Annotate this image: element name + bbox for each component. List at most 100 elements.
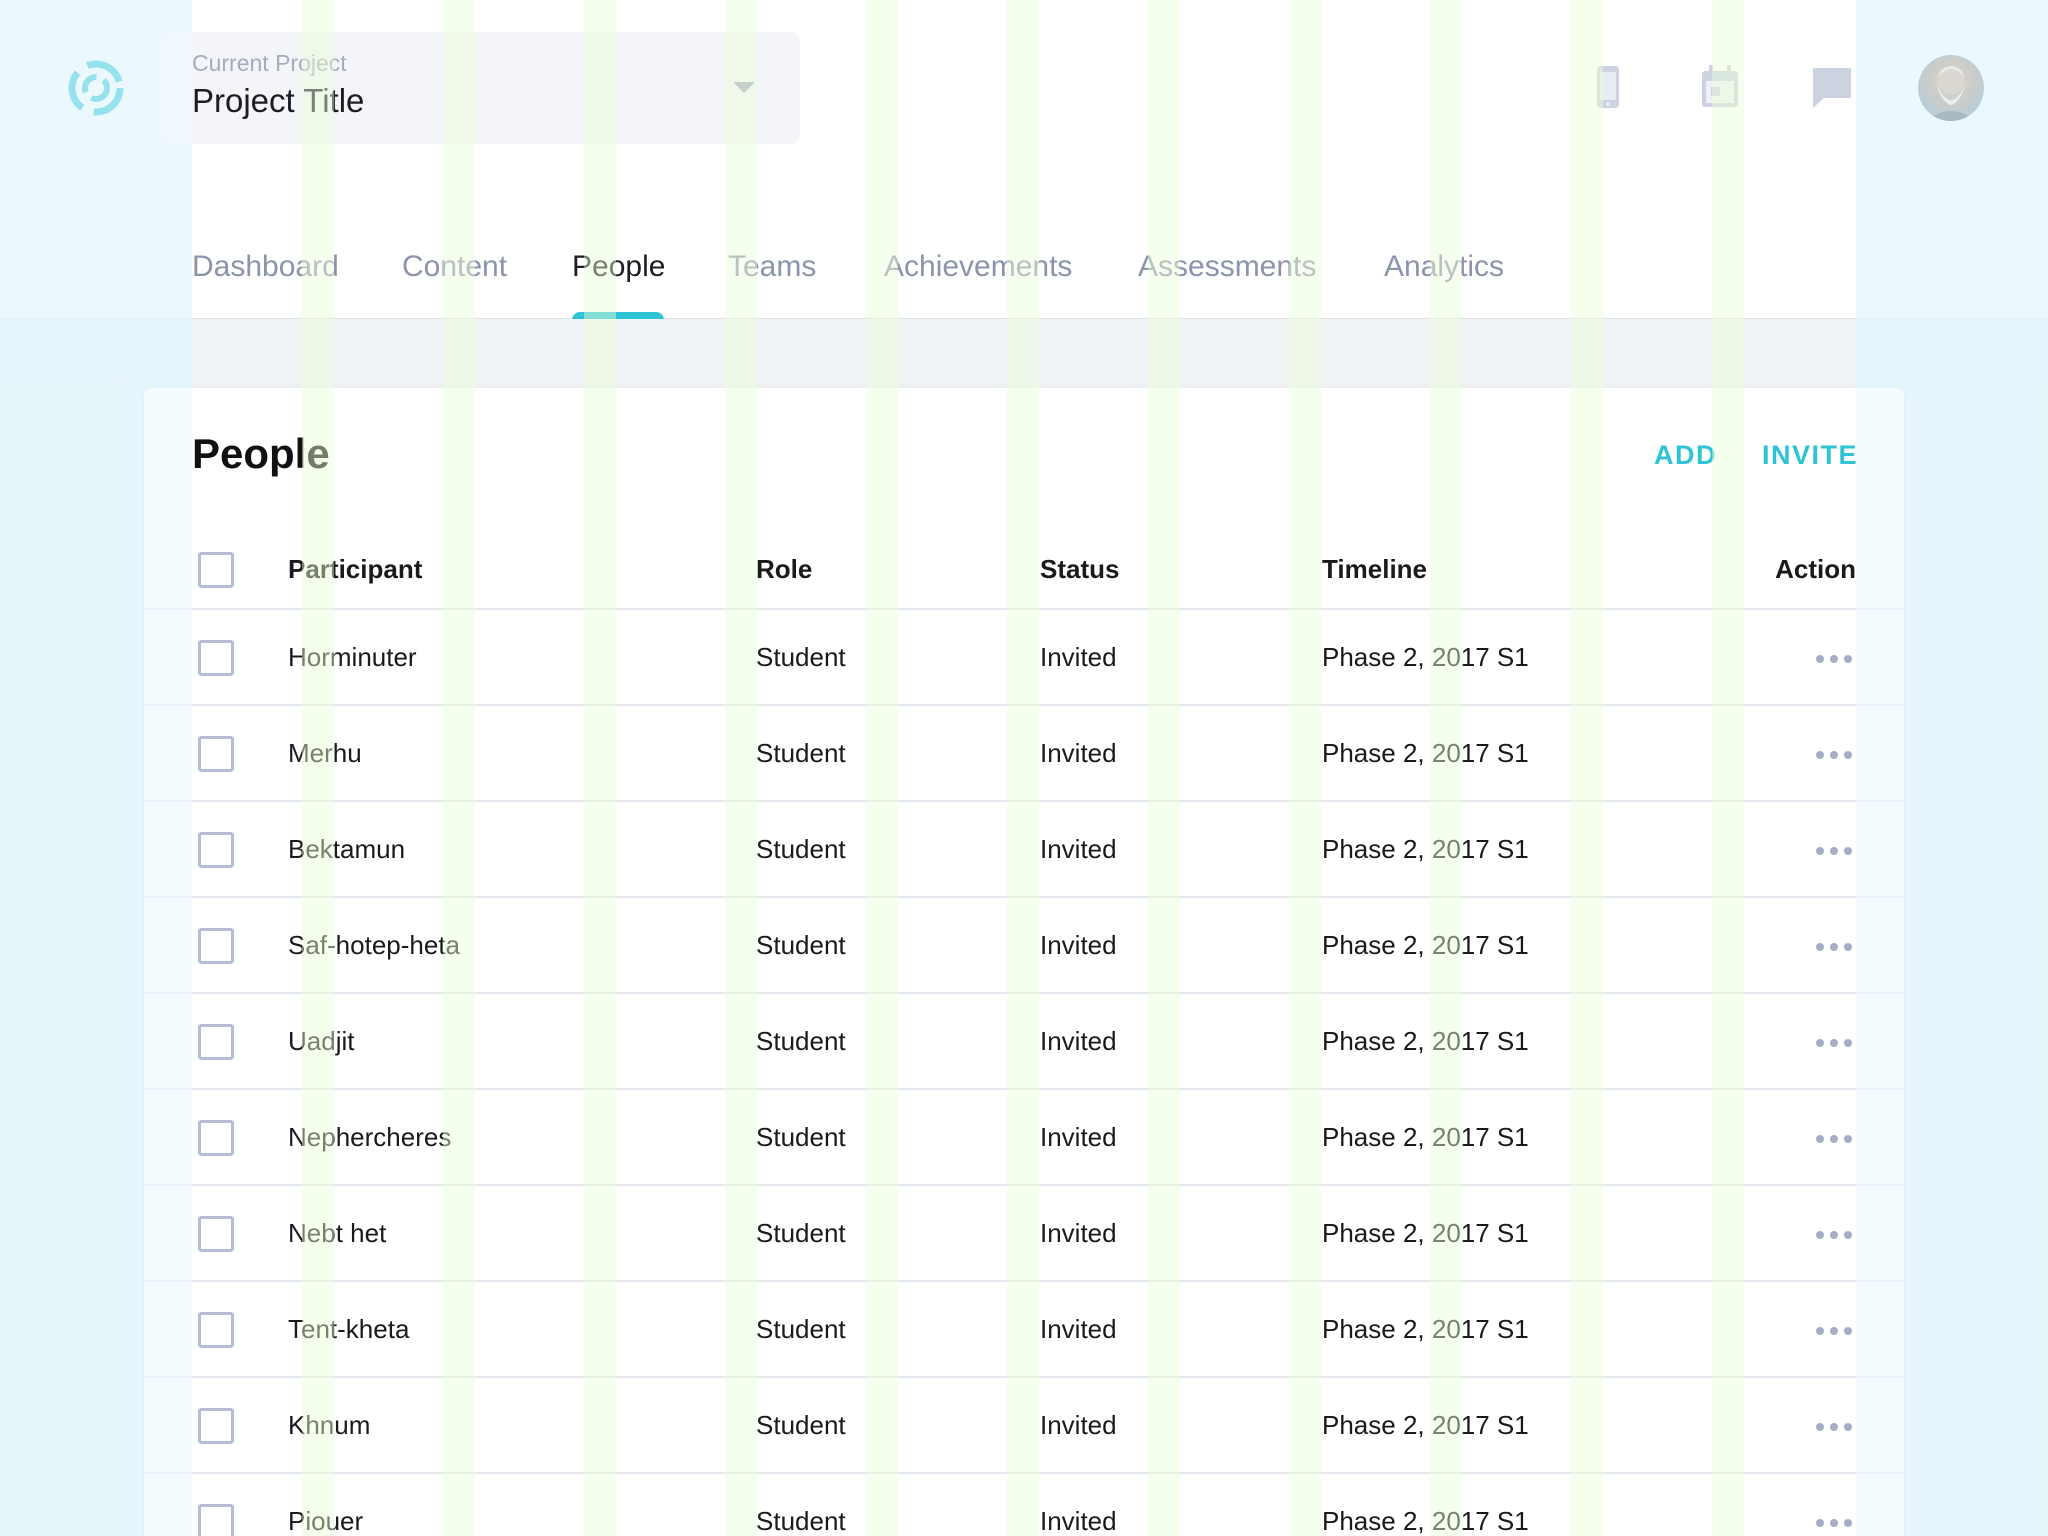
- participant-status: Invited: [1040, 1026, 1117, 1056]
- participant-name: Tent-kheta: [288, 1314, 410, 1344]
- participant-name: Khnum: [288, 1410, 371, 1440]
- participant-timeline: Phase 2, 2017 S1: [1322, 930, 1529, 960]
- table-row[interactable]: Khnum Student Invited Phase 2, 2017 S1: [144, 1378, 1904, 1474]
- tab-people[interactable]: People: [572, 250, 666, 320]
- row-checkbox[interactable]: [198, 640, 234, 676]
- more-options-icon[interactable]: [1816, 1230, 1852, 1240]
- tab-analytics[interactable]: Analytics: [1384, 250, 1504, 284]
- participant-timeline: Phase 2, 2017 S1: [1322, 834, 1529, 864]
- tab-teams[interactable]: Teams: [728, 250, 816, 284]
- participant-name: Merhu: [288, 738, 362, 768]
- phone-icon[interactable]: [1584, 62, 1632, 114]
- calendar-icon[interactable]: [1696, 62, 1744, 114]
- more-options-icon[interactable]: [1816, 846, 1852, 856]
- tab-achievements[interactable]: Achievements: [884, 250, 1072, 284]
- more-options-icon[interactable]: [1816, 654, 1852, 664]
- table-body: Horminuter Student Invited Phase 2, 2017 S1…: [144, 610, 1904, 1536]
- more-options-icon[interactable]: [1816, 1326, 1852, 1336]
- table-row[interactable]: Bektamun Student Invited Phase 2, 2017 S1: [144, 802, 1904, 898]
- participant-name: Piouer: [288, 1506, 364, 1536]
- column-header-timeline[interactable]: Timeline: [1322, 554, 1427, 585]
- participant-name: Horminuter: [288, 642, 417, 672]
- participant-timeline: Phase 2, 2017 S1: [1322, 1122, 1529, 1152]
- table-header-row: Participant Role Status Timeline Action: [144, 530, 1904, 610]
- participant-timeline: Phase 2, 2017 S1: [1322, 1314, 1529, 1344]
- row-checkbox[interactable]: [198, 736, 234, 772]
- tab-content[interactable]: Content: [402, 250, 507, 284]
- participant-status: Invited: [1040, 1410, 1117, 1440]
- participant-status: Invited: [1040, 1506, 1117, 1536]
- participant-timeline: Phase 2, 2017 S1: [1322, 1410, 1529, 1440]
- participant-timeline: Phase 2, 2017 S1: [1322, 1026, 1529, 1056]
- participant-role: Student: [756, 1122, 846, 1152]
- invite-button[interactable]: INVITE: [1762, 440, 1858, 471]
- participant-role: Student: [756, 1026, 846, 1056]
- select-all-checkbox[interactable]: [198, 552, 234, 588]
- row-checkbox[interactable]: [198, 1024, 234, 1060]
- more-options-icon[interactable]: [1816, 942, 1852, 952]
- row-checkbox[interactable]: [198, 1408, 234, 1444]
- app-logo-icon[interactable]: [66, 58, 126, 118]
- participant-role: Student: [756, 1218, 846, 1248]
- more-options-icon[interactable]: [1816, 1518, 1852, 1528]
- participant-status: Invited: [1040, 1218, 1117, 1248]
- participant-name: Saf-hotep-heta: [288, 930, 461, 960]
- app-screen: Current Project Project Title Dashboard …: [0, 0, 2048, 1536]
- participant-status: Invited: [1040, 642, 1117, 672]
- column-header-role[interactable]: Role: [756, 554, 812, 585]
- participant-timeline: Phase 2, 2017 S1: [1322, 1506, 1529, 1536]
- participant-role: Student: [756, 834, 846, 864]
- more-options-icon[interactable]: [1816, 750, 1852, 760]
- tab-dashboard[interactable]: Dashboard: [192, 250, 339, 284]
- participant-name: Bektamun: [288, 834, 406, 864]
- column-header-status[interactable]: Status: [1040, 554, 1119, 585]
- avatar-portrait-icon: [1926, 66, 1976, 121]
- tab-people-label: People: [572, 250, 666, 283]
- table-row[interactable]: Nephercheres Student Invited Phase 2, 2017 …: [144, 1090, 1904, 1186]
- participant-name: Nephercheres: [288, 1122, 452, 1152]
- chat-icon[interactable]: [1808, 62, 1856, 114]
- add-button[interactable]: ADD: [1654, 440, 1717, 471]
- row-checkbox[interactable]: [198, 1504, 234, 1536]
- table-row[interactable]: Horminuter Student Invited Phase 2, 2017 S1: [144, 610, 1904, 706]
- table-row[interactable]: Uadjit Student Invited Phase 2, 2017 S1: [144, 994, 1904, 1090]
- more-options-icon[interactable]: [1816, 1422, 1852, 1432]
- table-row[interactable]: Tent-kheta Student Invited Phase 2, 2017 S1: [144, 1282, 1904, 1378]
- row-checkbox[interactable]: [198, 928, 234, 964]
- participant-status: Invited: [1040, 834, 1117, 864]
- column-header-action: Action: [1775, 554, 1856, 584]
- participant-role: Student: [756, 930, 846, 960]
- more-options-icon[interactable]: [1816, 1134, 1852, 1144]
- participant-status: Invited: [1040, 1314, 1117, 1344]
- project-title: Project Title: [192, 82, 365, 119]
- participant-status: Invited: [1040, 738, 1117, 768]
- participant-timeline: Phase 2, 2017 S1: [1322, 738, 1529, 768]
- project-selector[interactable]: Current Project Project Title: [160, 32, 800, 144]
- page-title: People: [192, 430, 330, 477]
- table-row[interactable]: Merhu Student Invited Phase 2, 2017 S1: [144, 706, 1904, 802]
- table-row[interactable]: Saf-hotep-heta Student Invited Phase 2, 201…: [144, 898, 1904, 994]
- column-header-participant[interactable]: Participant: [288, 554, 422, 585]
- participant-timeline: Phase 2, 2017 S1: [1322, 642, 1529, 672]
- user-avatar[interactable]: [1918, 55, 1984, 121]
- chevron-down-icon: [733, 82, 755, 93]
- top-header: Current Project Project Title Dashboard …: [0, 0, 2048, 320]
- tab-assessments[interactable]: Assessments: [1138, 250, 1316, 284]
- participant-name: Nebt het: [288, 1218, 387, 1248]
- participant-role: Student: [756, 642, 846, 672]
- participant-timeline: Phase 2, 2017 S1: [1322, 1218, 1529, 1248]
- row-checkbox[interactable]: [198, 1120, 234, 1156]
- project-selector-label: Current Project: [192, 50, 347, 76]
- row-checkbox[interactable]: [198, 1312, 234, 1348]
- people-table: Participant Role Status Timeline Action …: [144, 530, 1904, 1536]
- table-row[interactable]: Piouer Student Invited Phase 2, 2017 S1: [144, 1474, 1904, 1536]
- participant-status: Invited: [1040, 1122, 1117, 1152]
- row-checkbox[interactable]: [198, 832, 234, 868]
- row-checkbox[interactable]: [198, 1216, 234, 1252]
- participant-name: Uadjit: [288, 1026, 355, 1056]
- participant-status: Invited: [1040, 930, 1117, 960]
- more-options-icon[interactable]: [1816, 1038, 1852, 1048]
- participant-role: Student: [756, 738, 846, 768]
- table-row[interactable]: Nebt het Student Invited Phase 2, 2017 S1: [144, 1186, 1904, 1282]
- participant-role: Student: [756, 1506, 846, 1536]
